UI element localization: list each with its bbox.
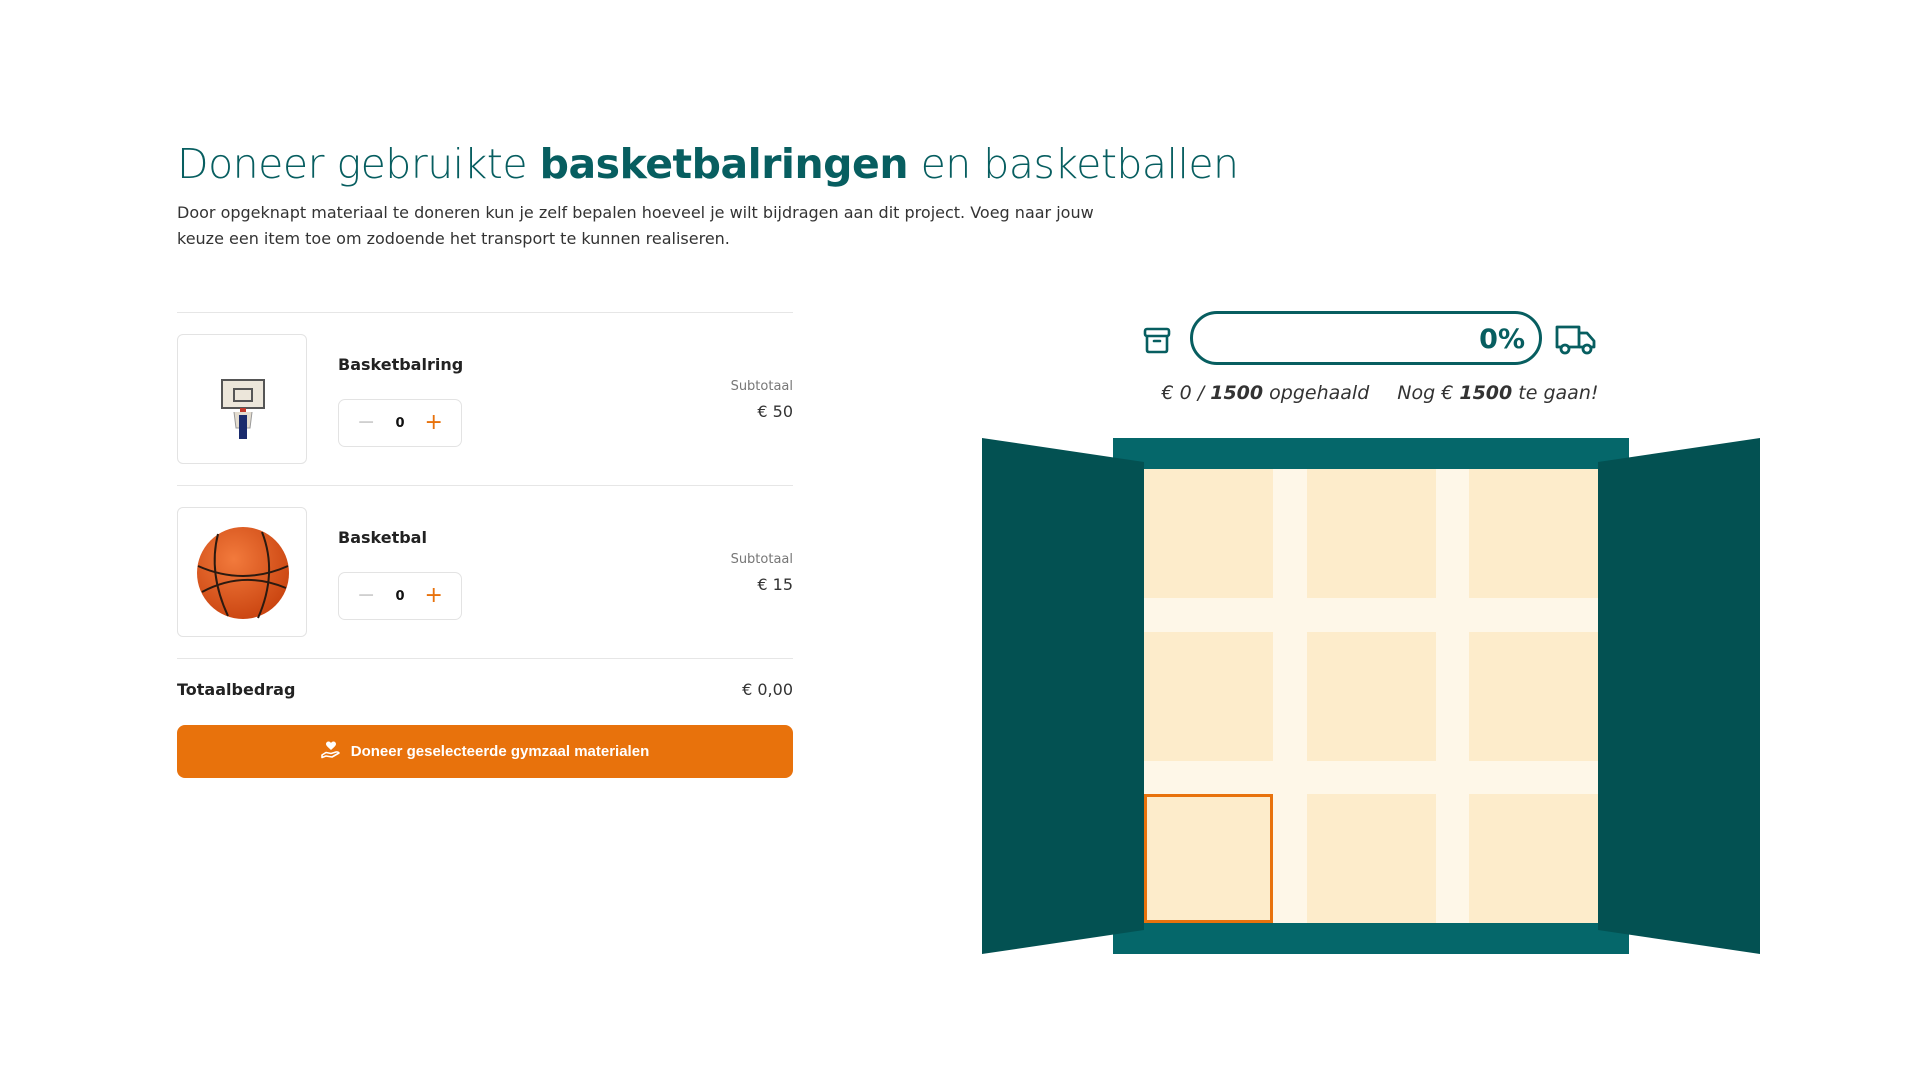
basketball-hoop-image [177,334,307,464]
title-post: en basketballen [908,140,1239,188]
subtotal-value: € 50 [757,402,793,421]
intro-text: Door opgeknapt materiaal te doneren kun … [177,203,1094,248]
item-name: Basketbalring [338,355,464,374]
total-label: Totaalbedrag [177,680,296,699]
raised-pre: € 0 / [1161,382,1211,404]
remaining-post: te gaan! [1512,382,1599,404]
progress-stats: € 0 / 1500 opgehaald Nog € 1500 te gaan! [1162,378,1599,408]
donation-list: Basketbalring − 0 + Subtotaal € 50 Baske… [177,312,793,719]
title-pre: Doneer gebruikte [177,140,540,188]
goal-amount: 1500 [1210,382,1264,404]
total-row: Totaalbedrag € 0,00 [177,659,793,719]
total-value: € 0,00 [742,680,793,699]
truck-icon [1554,323,1598,361]
quantity-value[interactable]: 0 [395,416,404,431]
subtotal-value: € 15 [757,575,793,594]
increment-button[interactable]: + [425,412,443,434]
remaining-amount: 1500 [1459,382,1513,404]
heart-hand-icon [320,741,341,763]
title-bold: basketbalringen [539,140,909,188]
remaining-text: Nog € 1500 te gaan! [1397,382,1598,404]
decrement-button[interactable]: − [357,585,375,607]
progress-bar: 0% [1190,311,1542,365]
list-item-basketbal: Basketbal − 0 + Subtotaal € 15 [177,486,793,658]
list-item-basketbalring: Basketbalring − 0 + Subtotaal € 50 [177,313,793,485]
basketball-image [177,507,307,637]
increment-button[interactable]: + [425,585,443,607]
box-icon [1142,325,1172,359]
quantity-stepper: − 0 + [338,572,462,620]
remaining-pre: Nog € [1397,382,1460,404]
raised-text: € 0 / 1500 opgehaald [1162,382,1370,404]
page-title: Doneer gebruikte basketbalringen en bask… [177,140,1239,188]
decrement-button[interactable]: − [357,412,375,434]
subtotal-label: Subtotaal [730,379,793,394]
donate-button-label: Doneer geselecteerde gymzaal materialen [350,743,650,760]
donate-button[interactable]: Doneer geselecteerde gymzaal materialen [177,725,793,778]
subtotal-label: Subtotaal [730,552,793,567]
quantity-value[interactable]: 0 [395,589,404,604]
progress-percent: 0% [1479,324,1525,355]
raised-post: opgehaald [1263,382,1370,404]
item-name: Basketbal [338,528,427,547]
quantity-stepper: − 0 + [338,399,462,447]
shipping-container-illustration [982,438,1760,954]
